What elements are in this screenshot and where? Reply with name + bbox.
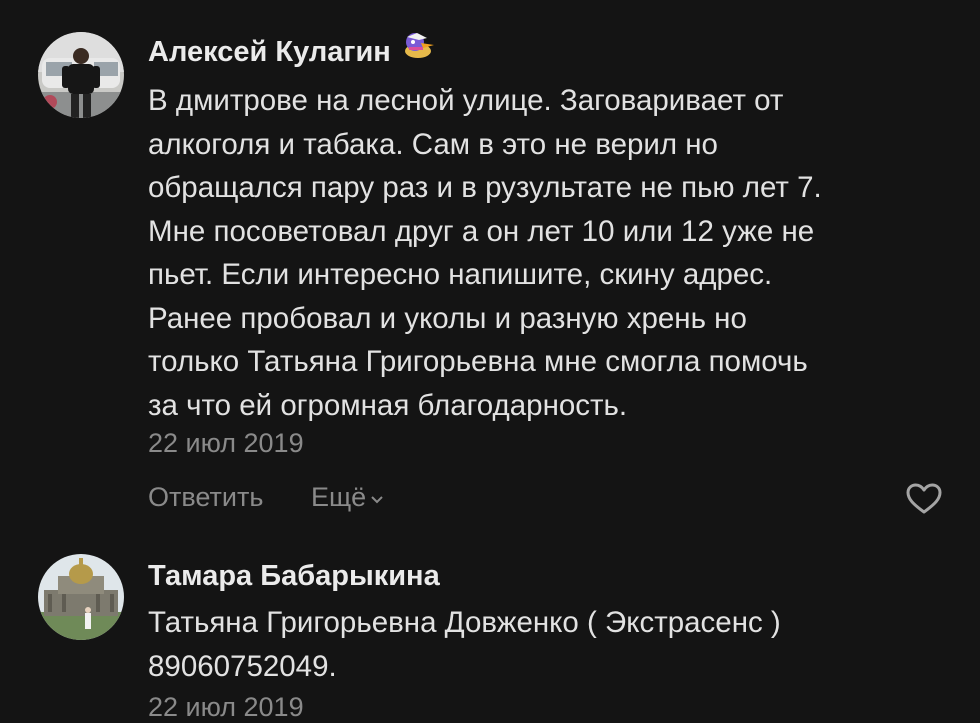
avatar[interactable] <box>38 554 124 640</box>
more-button[interactable]: Ещё <box>311 482 384 513</box>
comment-text: Татьяна Григорьевна Довженко ( Экстрасен… <box>148 601 948 688</box>
chevron-down-icon <box>370 481 384 512</box>
author-name[interactable]: Тамара Бабарыкина <box>148 560 440 592</box>
comment-text-line: В дмитрове на лесной улице. Заговаривает… <box>148 84 784 117</box>
comment-text-line: 89060752049. <box>148 649 337 683</box>
comment-author[interactable]: Тамара Бабарыкина <box>148 560 440 593</box>
comment-author[interactable]: Алексей Кулагин <box>148 33 435 69</box>
avatar-photo <box>38 554 124 640</box>
reply-button[interactable]: Ответить <box>148 482 263 513</box>
comment-text-line: только Татьяна Григорьевна мне смогла по… <box>148 345 808 378</box>
comment-actions: Ответить Ещё <box>148 482 424 513</box>
comment-date: 22 июл 2019 <box>148 428 304 458</box>
comment-text-line: алкоголя и табака. Сам в это не верил но <box>148 127 718 161</box>
comment-text-line: Мне посоветовал друг а он лет 10 или 12 … <box>148 214 815 248</box>
comment-text-line: Ранее пробовал и уколы и разную хрень но <box>148 301 747 335</box>
comment-text-line: пьет. Если интересно напишите, скину адр… <box>148 258 773 291</box>
comment-text-line: обращался пару раз и в рузультате не пью… <box>148 171 822 204</box>
avatar-photo <box>38 32 124 118</box>
avatar[interactable] <box>38 32 124 118</box>
comment-text-line: за что ей огромная благодарность. <box>148 388 628 422</box>
comment-date: 22 июл 2019 <box>148 692 304 722</box>
author-name[interactable]: Алексей Кулагин <box>148 36 391 68</box>
heart-icon[interactable] <box>905 482 943 516</box>
more-label: Ещё <box>310 482 367 512</box>
duck-icon <box>401 31 435 69</box>
comment-text: В дмитрове на лесной улице. Заговаривает… <box>148 79 948 427</box>
comment-text-line: Татьяна Григорьевна Довженко ( Экстрасен… <box>148 606 781 639</box>
